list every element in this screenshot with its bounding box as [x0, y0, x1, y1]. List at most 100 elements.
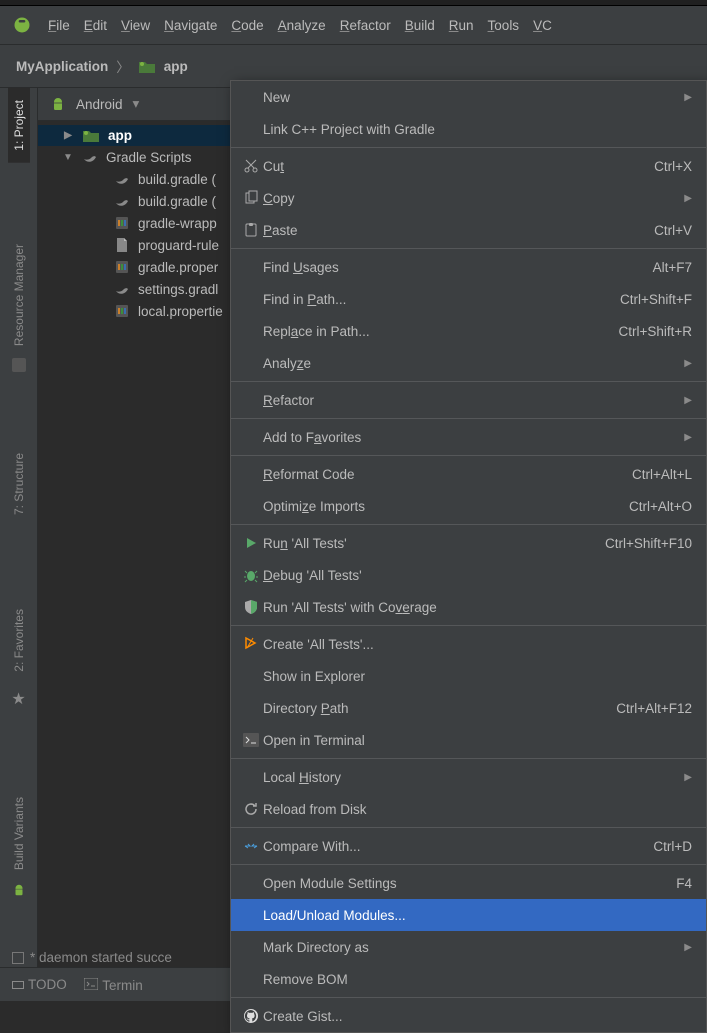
menu-item-refactor[interactable]: Refactor▶: [231, 384, 706, 416]
menu-shortcut: Ctrl+X: [654, 159, 692, 174]
menu-item-label: Open Module Settings: [263, 876, 676, 891]
menu-item-analyze[interactable]: Analyze▶: [231, 347, 706, 379]
menu-item-label: Reload from Disk: [263, 802, 692, 817]
menu-analyze[interactable]: Analyze: [278, 18, 326, 33]
daemon-message: * daemon started succe: [30, 950, 172, 965]
menu-item-run-all-tests-with-coverage[interactable]: Run 'All Tests' with Coverage: [231, 591, 706, 623]
menu-tools[interactable]: Tools: [488, 18, 520, 33]
create-icon: [239, 636, 263, 652]
menu-item-new[interactable]: New▶: [231, 81, 706, 113]
menu-shortcut: Ctrl+D: [653, 839, 692, 854]
tool-tab-resource-manager[interactable]: Resource Manager: [8, 232, 30, 358]
menu-item-label: Replace in Path...: [263, 324, 618, 339]
expand-expanded-icon[interactable]: ▼: [62, 152, 74, 163]
menu-item-label: Load/Unload Modules...: [263, 908, 692, 923]
tool-tab-structure[interactable]: 7: Structure: [8, 441, 30, 527]
tree-label: local.propertie: [138, 304, 223, 319]
menu-item-load-unload-modules[interactable]: Load/Unload Modules...: [231, 899, 706, 931]
menu-item-label: Create Gist...: [263, 1009, 692, 1024]
menu-item-link-c-project-with-gradle[interactable]: Link C++ Project with Gradle: [231, 113, 706, 145]
menu-item-show-in-explorer[interactable]: Show in Explorer: [231, 660, 706, 692]
menu-item-cut[interactable]: CutCtrl+X: [231, 150, 706, 182]
menu-item-label: Remove BOM: [263, 972, 692, 987]
menu-edit[interactable]: Edit: [84, 18, 107, 33]
menu-item-run-all-tests[interactable]: Run 'All Tests'Ctrl+Shift+F10: [231, 527, 706, 559]
menu-item-label: Reformat Code: [263, 467, 632, 482]
tree-label: Gradle Scripts: [106, 150, 192, 165]
menu-shortcut: Ctrl+Alt+L: [632, 467, 692, 482]
menu-item-mark-directory-as[interactable]: Mark Directory as▶: [231, 931, 706, 963]
breadcrumb-project[interactable]: MyApplication: [16, 59, 108, 74]
menu-shortcut: Alt+F7: [653, 260, 692, 275]
tool-tab-todo[interactable]: TODO: [12, 977, 67, 992]
menu-vc[interactable]: VC: [533, 18, 552, 33]
menu-item-optimize-imports[interactable]: Optimize ImportsCtrl+Alt+O: [231, 490, 706, 522]
menu-build[interactable]: Build: [405, 18, 435, 33]
menu-item-replace-in-path[interactable]: Replace in Path...Ctrl+Shift+R: [231, 315, 706, 347]
paste-icon: [239, 222, 263, 238]
menu-item-label: Analyze: [263, 356, 684, 371]
tool-tab-terminal[interactable]: Termin: [83, 976, 143, 993]
menu-item-label: Compare With...: [263, 839, 653, 854]
cut-icon: [239, 158, 263, 174]
android-icon: [11, 882, 27, 898]
menu-item-open-in-terminal[interactable]: Open in Terminal: [231, 724, 706, 756]
module-folder-icon: [82, 128, 100, 143]
coverage-icon: [239, 599, 263, 615]
submenu-arrow-icon: ▶: [684, 942, 692, 953]
menu-item-label: Optimize Imports: [263, 499, 629, 514]
copy-icon: [239, 190, 263, 206]
menu-item-label: Run 'All Tests': [263, 536, 605, 551]
menu-item-create-gist[interactable]: Create Gist...: [231, 1000, 706, 1032]
tool-tab-favorites[interactable]: 2: Favorites: [8, 597, 30, 684]
menu-shortcut: Ctrl+Shift+F10: [605, 536, 692, 551]
submenu-arrow-icon: ▶: [684, 395, 692, 406]
menu-item-create-all-tests[interactable]: Create 'All Tests'...: [231, 628, 706, 660]
menu-item-find-in-path[interactable]: Find in Path...Ctrl+Shift+F: [231, 283, 706, 315]
github-icon: [239, 1008, 263, 1024]
menu-item-directory-path[interactable]: Directory PathCtrl+Alt+F12: [231, 692, 706, 724]
menu-item-reformat-code[interactable]: Reformat CodeCtrl+Alt+L: [231, 458, 706, 490]
submenu-arrow-icon: ▶: [684, 193, 692, 204]
menu-item-local-history[interactable]: Local History▶: [231, 761, 706, 793]
breadcrumb-module[interactable]: app: [164, 59, 188, 74]
menu-item-label: Create 'All Tests'...: [263, 637, 692, 652]
submenu-arrow-icon: ▶: [684, 92, 692, 103]
debug-icon: [239, 567, 263, 583]
menu-item-label: Local History: [263, 770, 684, 785]
tool-tab-build-variants[interactable]: Build Variants: [8, 785, 30, 882]
menu-run[interactable]: Run: [449, 18, 474, 33]
submenu-arrow-icon: ▶: [684, 432, 692, 443]
menu-shortcut: Ctrl+Shift+F: [620, 292, 692, 307]
star-icon: ★: [11, 683, 25, 715]
menu-refactor[interactable]: Refactor: [340, 18, 391, 33]
menu-item-copy[interactable]: Copy▶: [231, 182, 706, 214]
menu-item-compare-with[interactable]: Compare With...Ctrl+D: [231, 830, 706, 862]
tool-tab-project[interactable]: 1: Project: [8, 88, 30, 163]
menu-item-remove-bom[interactable]: Remove BOM: [231, 963, 706, 995]
file-icon: [114, 303, 130, 319]
menu-code[interactable]: Code: [231, 18, 263, 33]
menu-shortcut: Ctrl+Shift+R: [618, 324, 692, 339]
menu-item-debug-all-tests[interactable]: Debug 'All Tests': [231, 559, 706, 591]
file-icon: [114, 281, 130, 297]
menu-item-find-usages[interactable]: Find UsagesAlt+F7: [231, 251, 706, 283]
menu-navigate[interactable]: Navigate: [164, 18, 217, 33]
gradle-icon: [82, 149, 98, 165]
menu-item-label: Find Usages: [263, 260, 653, 275]
menu-item-open-module-settings[interactable]: Open Module SettingsF4: [231, 867, 706, 899]
android-icon: [50, 96, 66, 112]
breadcrumb-chevron-icon: 〉: [116, 56, 130, 76]
menu-item-paste[interactable]: PasteCtrl+V: [231, 214, 706, 246]
menu-view[interactable]: View: [121, 18, 150, 33]
project-view-label: Android: [76, 97, 123, 112]
menu-file[interactable]: File: [48, 18, 70, 33]
build-output-line: * daemon started succe: [12, 950, 172, 965]
menu-item-add-to-favorites[interactable]: Add to Favorites▶: [231, 421, 706, 453]
context-menu: New▶Link C++ Project with GradleCutCtrl+…: [230, 80, 707, 1033]
menu-item-label: Show in Explorer: [263, 669, 692, 684]
run-icon: [239, 536, 263, 550]
menu-item-label: New: [263, 90, 684, 105]
menu-item-reload-from-disk[interactable]: Reload from Disk: [231, 793, 706, 825]
expand-collapsed-icon[interactable]: ▶: [62, 130, 74, 141]
